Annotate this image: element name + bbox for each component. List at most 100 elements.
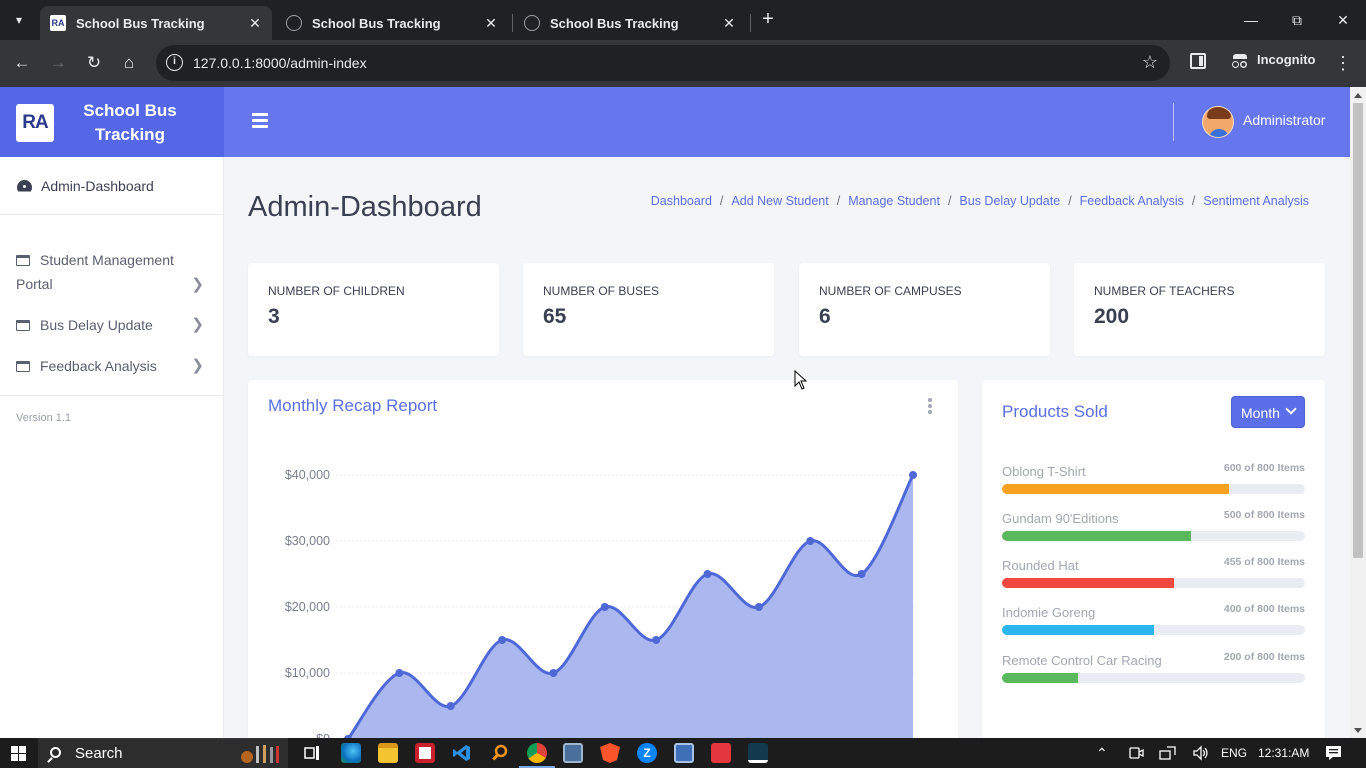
browser-tab-1[interactable]: RA School Bus Tracking ✕ [40, 6, 272, 40]
breadcrumb-bus-delay-update[interactable]: Bus Delay Update [959, 194, 1060, 208]
browser-tab-2[interactable]: School Bus Tracking ✕ [276, 6, 508, 40]
close-tab-icon[interactable]: ✕ [720, 14, 738, 32]
page-scrollbar[interactable] [1350, 87, 1366, 738]
product-item: Indomie Goreng 400 of 800 Items [1002, 603, 1305, 635]
stat-label: NUMBER OF BUSES [543, 284, 660, 298]
new-tab-button[interactable]: + [758, 8, 778, 32]
close-tab-icon[interactable]: ✕ [246, 14, 264, 32]
mouse-cursor-icon [794, 370, 808, 390]
forward-arrow-icon[interactable]: → [46, 51, 70, 75]
meet-now-icon[interactable] [1128, 745, 1144, 761]
network-icon[interactable] [1159, 745, 1177, 761]
window-icon [16, 320, 30, 331]
data-point [498, 636, 507, 644]
clock[interactable]: 12:31:AM [1258, 738, 1309, 768]
show-hidden-icons-chevron-icon[interactable]: ⌃ [1096, 738, 1108, 768]
scrollbar-thumb[interactable] [1353, 103, 1363, 558]
data-point [652, 636, 661, 644]
back-arrow-icon[interactable]: ← [10, 51, 34, 75]
progress-fill [1002, 673, 1078, 683]
close-tab-icon[interactable]: ✕ [482, 14, 500, 32]
globe-icon [286, 15, 302, 31]
sidebar-item-label: Student Management Portal [16, 252, 174, 292]
product-item: Remote Control Car Racing 200 of 800 Ite… [1002, 651, 1305, 683]
chevron-right-icon: ❯ [191, 276, 204, 293]
side-panel-icon[interactable] [1190, 53, 1206, 69]
card-title: Products Sold [1002, 402, 1108, 421]
brand-header[interactable]: RA School Bus Tracking [0, 87, 224, 157]
sidebar-item-label: Feedback Analysis [40, 358, 157, 374]
close-window-icon[interactable]: ✕ [1320, 0, 1366, 40]
progress-fill [1002, 531, 1192, 541]
scroll-up-arrow-icon[interactable] [1354, 93, 1362, 98]
vscode-icon[interactable] [452, 743, 472, 763]
reload-icon[interactable]: ↻ [82, 51, 106, 75]
anydesk-icon[interactable] [711, 743, 731, 763]
sidebar-item-admin-dashboard[interactable]: Admin-Dashboard [0, 157, 224, 215]
magnifier-app-icon[interactable] [489, 743, 509, 763]
data-point [395, 669, 404, 677]
breadcrumb-sentiment-analysis[interactable]: Sentiment Analysis [1203, 194, 1309, 208]
sidebar-item-student-management[interactable]: Student Management Portal ❯ [0, 248, 204, 296]
browser-tab-3[interactable]: School Bus Tracking ✕ [514, 6, 746, 40]
progress-track [1002, 531, 1305, 541]
data-point [549, 669, 558, 677]
task-view-icon[interactable] [302, 743, 322, 763]
breadcrumb-dashboard[interactable]: Dashboard [651, 194, 712, 208]
products-sold-card: Products Sold Month Oblong T-Shirt 600 o… [982, 380, 1325, 738]
breadcrumb-add-new-student[interactable]: Add New Student [731, 194, 828, 208]
user-name[interactable]: Administrator [1243, 112, 1325, 128]
taskbar-search-box[interactable]: Search [38, 738, 288, 768]
volume-icon[interactable] [1192, 745, 1210, 761]
avatar[interactable] [1202, 106, 1234, 138]
notifications-icon[interactable] [1325, 745, 1342, 761]
progress-track [1002, 578, 1305, 588]
home-icon[interactable]: ⌂ [117, 51, 141, 75]
tab-search-chevron-icon[interactable]: ▾ [6, 8, 32, 32]
language-indicator[interactable]: ENG [1221, 738, 1247, 768]
stat-label: NUMBER OF CHILDREN [268, 284, 405, 298]
sidebar-item-bus-delay[interactable]: Bus Delay Update ❯ [0, 313, 224, 337]
search-highlight-tools-icon [241, 745, 279, 763]
breadcrumb-separator: / [947, 194, 952, 208]
terminal-app-icon[interactable] [748, 743, 768, 763]
hamburger-menu-icon[interactable] [252, 113, 268, 128]
progress-fill [1002, 625, 1154, 635]
dropdown-label: Month [1241, 405, 1280, 421]
breadcrumb-separator: / [836, 194, 841, 208]
edge-browser-icon[interactable] [341, 743, 361, 763]
product-count: 600 of 800 Items [1223, 462, 1305, 474]
address-bar[interactable]: i 127.0.0.1:8000/admin-index ☆ [156, 45, 1170, 81]
breadcrumb-feedback-analysis[interactable]: Feedback Analysis [1080, 194, 1184, 208]
sidebar-item-feedback-analysis[interactable]: Feedback Analysis ❯ [0, 354, 224, 378]
minimize-icon[interactable]: — [1228, 0, 1274, 40]
store-icon[interactable] [415, 743, 435, 763]
page-title: Admin-Dashboard [248, 191, 482, 223]
scroll-down-arrow-icon[interactable] [1354, 728, 1362, 733]
product-item: Gundam 90'Editions 500 of 800 Items [1002, 509, 1305, 541]
remote-desktop-icon[interactable] [563, 743, 583, 763]
chevron-right-icon: ❯ [191, 316, 204, 333]
settings-panel-icon[interactable] [674, 743, 694, 763]
zalo-icon[interactable]: Z [637, 743, 657, 763]
sidebar-divider [0, 395, 224, 396]
chrome-browser-icon[interactable] [519, 743, 555, 768]
tab-title: School Bus Tracking [550, 15, 679, 31]
globe-icon [524, 15, 540, 31]
stat-value: 200 [1094, 305, 1130, 328]
windows-start-icon[interactable] [11, 746, 26, 761]
site-info-icon[interactable]: i [166, 54, 183, 71]
incognito-indicator[interactable]: Incognito [1232, 52, 1316, 68]
windows-taskbar: Search Z ⌃ ENG 12:31:AM [0, 738, 1366, 768]
breadcrumb-manage-student[interactable]: Manage Student [848, 194, 940, 208]
window-icon [16, 255, 30, 266]
bookmark-star-icon[interactable]: ☆ [1142, 52, 1158, 73]
brave-browser-icon[interactable] [600, 743, 620, 763]
browser-menu-icon[interactable]: ⋮ [1334, 51, 1352, 75]
url-text[interactable]: 127.0.0.1:8000/admin-index [193, 55, 367, 71]
month-dropdown-button[interactable]: Month [1231, 396, 1305, 428]
restore-window-icon[interactable]: ⧉ [1274, 0, 1320, 40]
breadcrumb: Dashboard / Add New Student / Manage Stude… [651, 194, 1309, 208]
file-explorer-icon[interactable] [378, 743, 398, 763]
web-page: RA School Bus Tracking Admin-Dashboard S… [0, 87, 1350, 738]
